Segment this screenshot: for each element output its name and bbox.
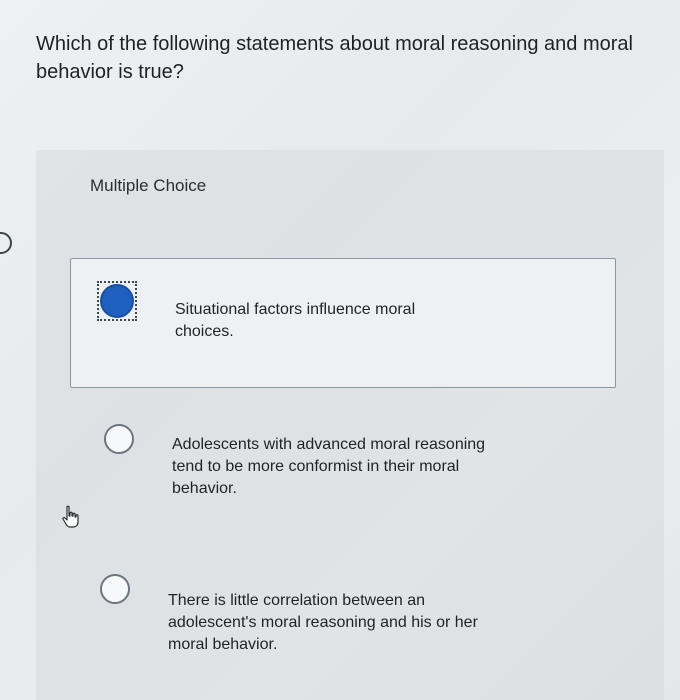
- answer-option-2-text: Adolescents with advanced moral reasonin…: [172, 436, 486, 497]
- multiple-choice-label: Multiple Choice: [90, 176, 207, 195]
- radio-button[interactable]: [100, 574, 130, 604]
- answer-option-1-text: Situational factors influence moral choi…: [175, 301, 416, 340]
- radio-button-selected[interactable]: [97, 281, 137, 321]
- radio-button[interactable]: [104, 424, 134, 454]
- radio-filled-dot: [100, 284, 134, 318]
- answer-option-3[interactable]: There is little correlation between an a…: [70, 560, 616, 670]
- answer-option-3-text: There is little correlation between an a…: [168, 592, 478, 653]
- answer-option-1[interactable]: Situational factors influence moral choi…: [70, 258, 616, 388]
- question-text: Which of the following statements about …: [36, 33, 633, 83]
- hand-pointer-icon: [62, 505, 79, 528]
- answer-option-2[interactable]: Adolescents with advanced moral reasonin…: [70, 410, 616, 520]
- partial-edge-circle: [0, 232, 12, 254]
